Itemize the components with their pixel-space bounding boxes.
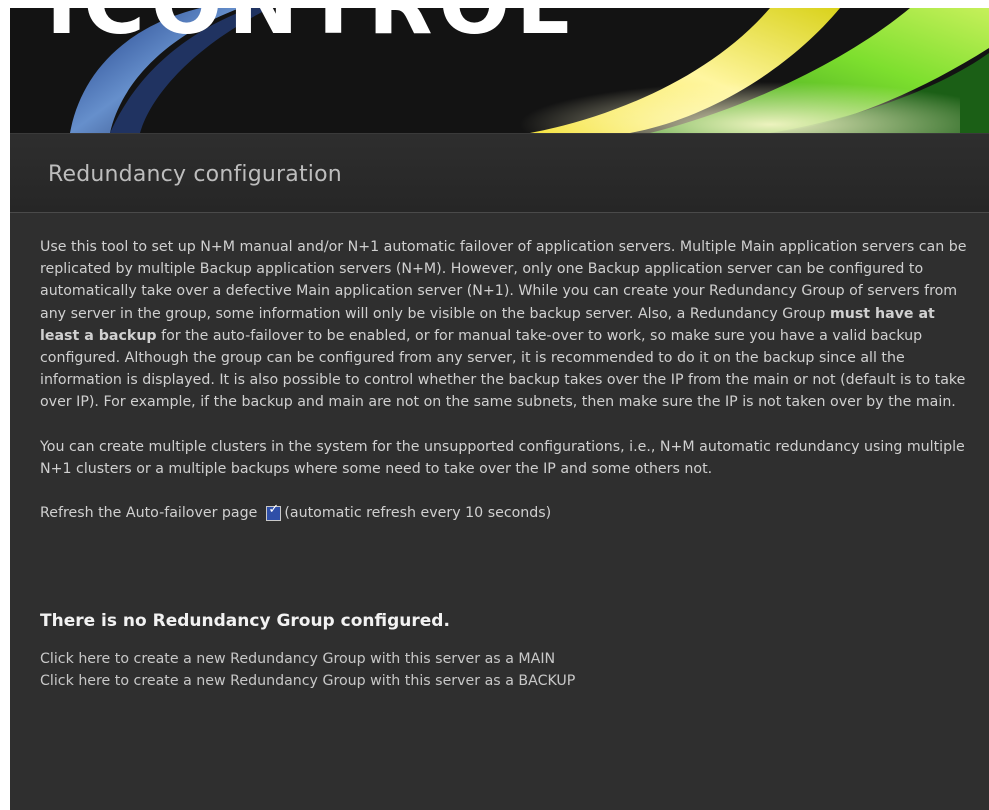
auto-refresh-checkbox[interactable]: ✓: [266, 501, 282, 521]
create-main-group-link[interactable]: Click here to create a new Redundancy Gr…: [40, 648, 970, 670]
description-paragraph: Use this tool to set up N+M manual and/o…: [40, 236, 970, 414]
description-text-cont: for the auto-failover to be enabled, or …: [40, 327, 966, 411]
status-message: There is no Redundancy Group configured.: [40, 611, 450, 632]
description-text: Use this tool to set up N+M manual and/o…: [40, 239, 967, 322]
refresh-note: (automatic refresh every 10 seconds): [284, 505, 552, 522]
page-title: Redundancy configuration: [48, 162, 342, 187]
refresh-label: Refresh the Auto-failover page: [40, 505, 258, 522]
checkmark-icon: ✓: [268, 501, 280, 517]
brand-logo: ICONTROL: [46, 8, 576, 46]
page: ICONTROL Redundancy configuration Use th…: [0, 0, 989, 810]
banner: ICONTROL: [10, 8, 989, 133]
clusters-paragraph: You can create multiple clusters in the …: [40, 438, 965, 477]
title-bar: Redundancy configuration: [10, 133, 989, 213]
create-backup-group-link[interactable]: Click here to create a new Redundancy Gr…: [40, 670, 970, 692]
main-content: Use this tool to set up N+M manual and/o…: [40, 236, 970, 692]
create-group-links: Click here to create a new Redundancy Gr…: [40, 648, 970, 692]
app-frame: ICONTROL Redundancy configuration Use th…: [10, 8, 989, 810]
refresh-row: Refresh the Auto-failover page ✓ (automa…: [40, 502, 970, 524]
